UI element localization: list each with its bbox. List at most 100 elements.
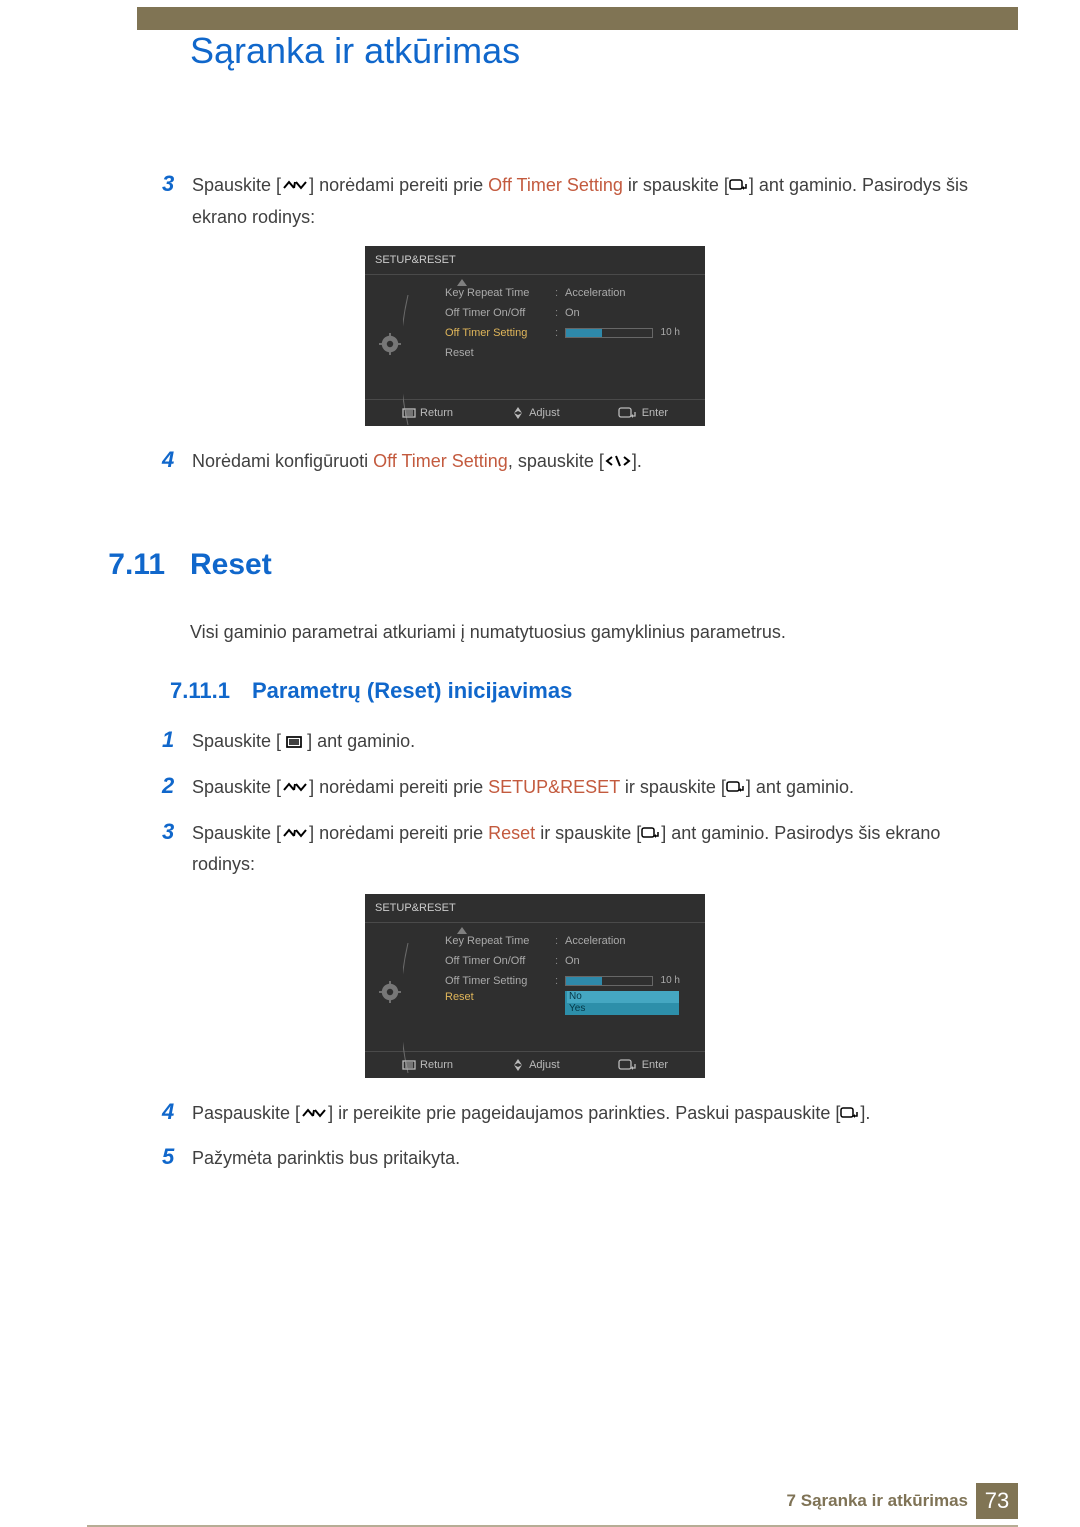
- header-bar: [87, 7, 1018, 30]
- enter-icon: [726, 773, 746, 804]
- osd-val: On: [565, 307, 580, 319]
- osd-list: Key Repeat Time : Acceleration Off Timer…: [405, 283, 695, 363]
- section-heading: 7.11 Reset: [90, 548, 980, 582]
- osd-row-key: Key Repeat Time : Acceleration: [445, 931, 695, 951]
- osd-val: On: [565, 955, 580, 967]
- t: , spauskite [: [508, 451, 604, 471]
- t: Spauskite [: [192, 731, 286, 751]
- highlight: SETUP&RESET: [488, 777, 620, 797]
- colon: :: [555, 935, 565, 947]
- menu-icon: [402, 1058, 416, 1072]
- enter-icon: [618, 1058, 638, 1072]
- slider-value: 10 h: [661, 327, 680, 338]
- t: Adjust: [529, 1059, 560, 1071]
- step-text: Spauskite [] norėdami pereiti prie SETUP…: [170, 772, 980, 804]
- section-desc: Visi gaminio parametrai atkuriami į numa…: [170, 618, 980, 647]
- t: Spauskite [: [192, 175, 281, 195]
- slider-value: 10 h: [661, 975, 680, 986]
- updown-icon: [281, 171, 309, 202]
- osd-panel: SETUP&RESET Key Repeat Time : Accelerati…: [365, 894, 705, 1078]
- osd-row-setting: Off Timer Setting : 10 h: [445, 971, 695, 991]
- t: ] norėdami pereiti prie: [309, 777, 488, 797]
- osd-label: Key Repeat Time: [445, 935, 555, 947]
- step-4: 4 Paspauskite [] ir pereikite prie pagei…: [90, 1098, 980, 1130]
- osd-row-onoff: Off Timer On/Off : On: [445, 303, 695, 323]
- footer-enter: Enter: [618, 1058, 668, 1072]
- t: ] norėdami pereiti prie: [309, 175, 488, 195]
- chapter-title: Sąranka ir atkūrimas: [190, 30, 520, 72]
- step-4-top: 4 Norėdami konfigūruoti Off Timer Settin…: [90, 446, 980, 478]
- osd-val: Acceleration: [565, 935, 626, 947]
- step-text: Spauskite [ ] ant gaminio.: [170, 726, 980, 758]
- content-column: 3 Spauskite [ ] norėdami pereiti prie Off…: [90, 170, 980, 1188]
- step-5: 5 Pažymėta parinktis bus pritaikyta.: [90, 1143, 980, 1174]
- osd-row-reset: Reset No Yes: [445, 991, 695, 1015]
- t: ] ant gaminio.: [746, 777, 854, 797]
- osd-label: Key Repeat Time: [445, 287, 555, 299]
- t: ].: [860, 1103, 870, 1123]
- slider-fill: [566, 977, 602, 985]
- menu-icon: [286, 727, 302, 758]
- section-num: 7.11: [90, 548, 165, 582]
- osd-row-onoff: Off Timer On/Off : On: [445, 951, 695, 971]
- header-notch: [87, 7, 137, 37]
- footer-adjust: Adjust: [511, 1058, 560, 1072]
- colon: :: [555, 975, 565, 987]
- osd-row-key: Key Repeat Time : Acceleration: [445, 283, 695, 303]
- gear-icon: [375, 283, 405, 363]
- step-num: 1: [90, 726, 170, 758]
- osd-label: Off Timer Setting: [445, 975, 555, 987]
- osd-1: SETUP&RESET Key Repeat Time : Accelerati…: [90, 246, 980, 426]
- page-footer: 7 Sąranka ir atkūrimas 73: [787, 1483, 1018, 1519]
- updown-icon: [300, 1099, 328, 1130]
- t: ir spauskite [: [623, 175, 729, 195]
- enter-icon: [729, 171, 749, 202]
- step-1: 1 Spauskite [ ] ant gaminio.: [90, 726, 980, 758]
- colon: :: [555, 287, 565, 299]
- gear-icon: [375, 931, 405, 1015]
- osd-slider: 10 h: [565, 976, 653, 986]
- step-text: Spauskite [] norėdami pereiti prie Reset…: [170, 818, 980, 880]
- highlight: Reset: [488, 823, 535, 843]
- enter-icon: [618, 406, 638, 420]
- step-3: 3 Spauskite [] norėdami pereiti prie Res…: [90, 818, 980, 880]
- osd-panel: SETUP&RESET Key Repeat Time : Accelerati…: [365, 246, 705, 426]
- t: ir spauskite [: [620, 777, 726, 797]
- step-text: Paspauskite [] ir pereikite prie pageida…: [170, 1098, 980, 1130]
- step-num: 3: [90, 818, 170, 880]
- osd-label: Reset: [445, 347, 555, 359]
- t: Enter: [642, 1059, 668, 1071]
- highlight: Off Timer Setting: [488, 175, 623, 195]
- subsection-heading: 7.11.1 Parametrų (Reset) inicijavimas: [170, 678, 980, 704]
- osd-label: Off Timer On/Off: [445, 307, 555, 319]
- enter-icon: [641, 819, 661, 850]
- colon: :: [555, 327, 565, 339]
- step-3-top: 3 Spauskite [] norėdami pereiti prie Off…: [90, 170, 980, 232]
- t: ].: [632, 451, 642, 471]
- osd-row-setting: Off Timer Setting : 10 h: [445, 323, 695, 343]
- footer-text: 7 Sąranka ir atkūrimas: [787, 1491, 968, 1511]
- osd-label-highlight: Off Timer Setting: [445, 327, 555, 339]
- arc-graphic: [403, 943, 433, 1073]
- updown-icon: [281, 819, 309, 850]
- highlight: Off Timer Setting: [373, 451, 508, 471]
- osd-dropdown: No Yes: [565, 991, 679, 1015]
- t: Norėdami konfigūruoti: [192, 451, 373, 471]
- osd-row-reset: Reset: [445, 343, 695, 363]
- osd-label: Off Timer On/Off: [445, 955, 555, 967]
- osd-title: SETUP&RESET: [365, 246, 705, 274]
- step-text: Norėdami konfigūruoti Off Timer Setting,…: [170, 446, 980, 478]
- step-num: 5: [90, 1143, 170, 1174]
- menu-icon: [402, 406, 416, 420]
- subsection-title: Parametrų (Reset) inicijavimas: [230, 678, 572, 704]
- step-2: 2 Spauskite [] norėdami pereiti prie SET…: [90, 772, 980, 804]
- t: ] ir pereikite prie pageidaujamos parink…: [328, 1103, 840, 1123]
- t: Spauskite [: [192, 823, 281, 843]
- osd-title: SETUP&RESET: [365, 894, 705, 922]
- footer-enter: Enter: [618, 406, 668, 420]
- step-text: Pažymėta parinktis bus pritaikyta.: [170, 1143, 980, 1174]
- slider-fill: [566, 329, 602, 337]
- colon: :: [555, 307, 565, 319]
- section-title: Reset: [165, 548, 272, 582]
- subsection-num: 7.11.1: [170, 678, 230, 704]
